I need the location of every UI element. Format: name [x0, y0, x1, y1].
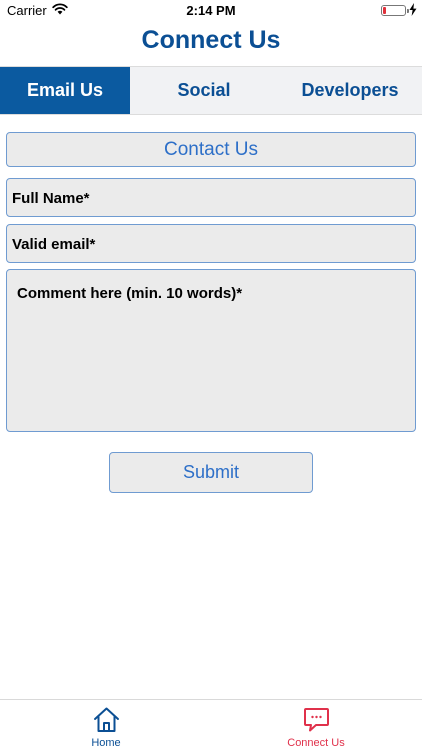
tabbar-label-connect-us: Connect Us	[287, 737, 345, 749]
charging-bolt-icon	[409, 3, 417, 16]
tabbar-label-home: Home	[91, 737, 121, 749]
status-time: 2:14 PM	[186, 3, 236, 18]
tab-social[interactable]: Social	[130, 67, 278, 114]
comment-field[interactable]: Comment here (min. 10 words)*	[6, 269, 416, 432]
battery-icon	[381, 5, 409, 16]
contact-us-header: Contact Us	[6, 132, 416, 167]
page-title: Connect Us	[141, 26, 281, 54]
full-name-field[interactable]: Full Name*	[6, 178, 416, 217]
chat-bubble-icon	[304, 708, 329, 732]
submit-button[interactable]: Submit	[109, 452, 313, 493]
status-bar: Carrier 2:14 PM	[0, 0, 422, 22]
top-tabs: Email Us Social Developers	[0, 66, 422, 115]
tab-developers[interactable]: Developers	[278, 67, 422, 114]
tabbar-item-connect-us[interactable]: Connect Us	[266, 700, 366, 750]
home-icon	[94, 707, 119, 732]
tab-email-us[interactable]: Email Us	[0, 67, 130, 114]
bottom-tab-bar: Home Connect Us	[0, 699, 422, 750]
tabbar-item-home[interactable]: Home	[56, 700, 156, 750]
email-field[interactable]: Valid email*	[6, 224, 416, 263]
